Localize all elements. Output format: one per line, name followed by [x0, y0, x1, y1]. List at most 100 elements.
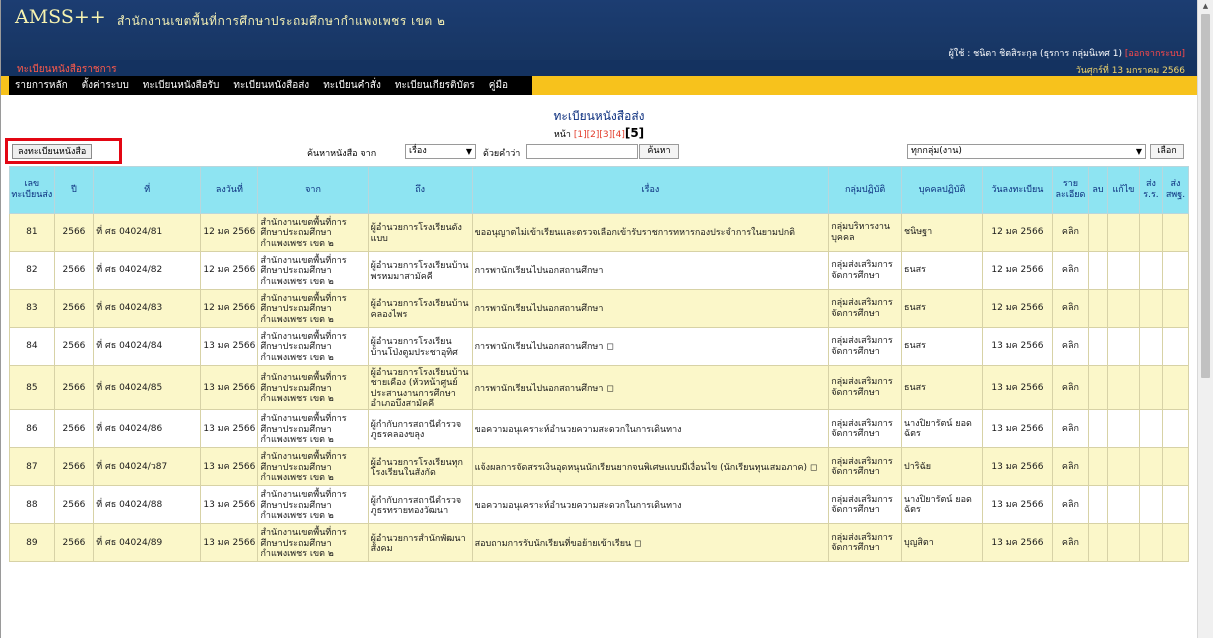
detail-link[interactable]: คลิก: [1051, 327, 1090, 366]
cell-group: กลุ่มส่งเสริมการจัดการศึกษา: [828, 485, 902, 525]
cell-edit: [1106, 289, 1141, 328]
cell-from: สำนักงานเขตพื้นที่การศึกษาประถมศึกษากำแพ…: [257, 523, 369, 563]
table-row: 89 2566 ที่ ศธ 04024/89 13 มค 2566 สำนักงานเ…: [9, 523, 1190, 563]
detail-link[interactable]: คลิก: [1051, 364, 1090, 411]
table-row: 86 2566 ที่ ศธ 04024/86 13 มค 2566 สำนักงานเ…: [9, 409, 1190, 449]
current-date: วันศุกร์ที่ 13 มกราคม 2566: [1075, 66, 1185, 76]
cell-send-school: [1139, 485, 1163, 525]
menu-item-settings[interactable]: ตั้งค่าระบบ: [82, 78, 129, 93]
main-menu: รายการหลัก ตั้งค่าระบบ ทะเบียนหนังสือรับ…: [1, 76, 1197, 95]
cell-send-obec: [1161, 327, 1190, 366]
col-header-group: กลุ่มปฏิบัติ: [828, 166, 902, 214]
detail-link[interactable]: คลิก: [1051, 251, 1090, 290]
col-header-delete: ลบ: [1088, 166, 1108, 214]
cell-person: ธนสร: [900, 327, 984, 366]
page-link-4[interactable]: [4]: [612, 130, 625, 140]
detail-link[interactable]: คลิก: [1051, 409, 1090, 449]
menu-item-outgoing[interactable]: ทะเบียนหนังสือส่ง: [233, 78, 309, 93]
cell-to: ผู้กำกับการสถานีตำรวจภูธรคลองขลุง: [367, 409, 473, 449]
chevron-down-icon: ▼: [1135, 147, 1142, 156]
cell-from: สำนักงานเขตพื้นที่การศึกษาประถมศึกษากำแพ…: [257, 327, 369, 366]
cell-send-obec: [1161, 251, 1190, 290]
app-header: AMSS++ สำนักงานเขตพื้นที่การศึกษาประถมศึ…: [1, 0, 1197, 60]
detail-link[interactable]: คลิก: [1051, 289, 1090, 328]
cell-edit: [1106, 447, 1141, 487]
cell-group: กลุ่มส่งเสริมการจัดการศึกษา: [828, 327, 902, 366]
cell-send-obec: [1161, 364, 1190, 411]
search-field-value: เรื่อง: [409, 146, 427, 156]
table-row: 82 2566 ที่ ศธ 04024/82 12 มค 2566 สำนักงานเ…: [9, 251, 1190, 290]
cell-edit: [1106, 213, 1141, 252]
cell-group: กลุ่มส่งเสริมการจัดการศึกษา: [828, 409, 902, 449]
col-header-to: ถึง: [367, 166, 473, 214]
cell-year: 2566: [53, 485, 95, 525]
cell-reg-date: 13 มค 2566: [982, 409, 1053, 449]
cell-from: สำนักงานเขตพื้นที่การศึกษาประถมศึกษากำแพ…: [257, 447, 369, 487]
cell-subject: แจ้งผลการจัดสรรเงินอุดหนุนนักเรียนยากจนพ…: [471, 447, 830, 487]
menu-item-orders[interactable]: ทะเบียนคำสั่ง: [323, 78, 381, 93]
cell-date: 13 มค 2566: [200, 327, 259, 366]
vertical-scrollbar[interactable]: ▲: [1197, 0, 1213, 638]
table-row: 83 2566 ที่ ศธ 04024/83 12 มค 2566 สำนักงานเ…: [9, 289, 1190, 328]
scrollbar-thumb[interactable]: [1201, 14, 1210, 378]
cell-ref: ที่ ศธ 04024/88: [93, 485, 202, 525]
cell-reg-no: 88: [9, 485, 55, 525]
cell-date: 13 มค 2566: [200, 409, 259, 449]
current-page: [5]: [624, 126, 645, 140]
main-content: ทะเบียนหนังสือส่ง หน้า [1][2][3][4][5] ล…: [1, 95, 1197, 638]
cell-send-school: [1139, 409, 1163, 449]
select-button[interactable]: เลือก: [1150, 144, 1184, 159]
search-button[interactable]: ค้นหา: [639, 144, 679, 159]
pagination: หน้า [1][2][3][4][5]: [1, 126, 1197, 141]
cell-edit: [1106, 409, 1141, 449]
pager-label: หน้า: [553, 130, 571, 140]
cell-date: 13 มค 2566: [200, 523, 259, 563]
cell-reg-date: 13 มค 2566: [982, 523, 1053, 563]
page-link-3[interactable]: [3]: [599, 130, 612, 140]
table-row: 81 2566 ที่ ศธ 04024/81 12 มค 2566 สำนักงานเ…: [9, 213, 1190, 252]
cell-subject: การพานักเรียนไปนอกสถานศึกษา: [471, 289, 830, 328]
detail-link[interactable]: คลิก: [1051, 447, 1090, 487]
search-bar: ค้นหาหนังสือ จาก เรื่อง ▼ ด้วยคำว่า ค้นห…: [1, 144, 1197, 160]
page-link-1[interactable]: [1]: [574, 130, 587, 140]
cell-to: ผู้อำนวยการโรงเรียนบ้านโป่งตูมประชาอุทิศ: [367, 327, 473, 366]
cell-reg-date: 13 มค 2566: [982, 485, 1053, 525]
cell-edit: [1106, 327, 1141, 366]
keyword-input[interactable]: [526, 144, 638, 159]
cell-year: 2566: [53, 523, 95, 563]
detail-link[interactable]: คลิก: [1051, 213, 1090, 252]
logout-link[interactable]: [ออกจากระบบ]: [1125, 49, 1185, 59]
search-field-select[interactable]: เรื่อง ▼: [405, 144, 476, 159]
chevron-down-icon: ▼: [465, 147, 472, 156]
cell-ref: ที่ ศธ 04024/ว87: [93, 447, 202, 487]
cell-group: กลุ่มบริหารงานบุคคล: [828, 213, 902, 252]
detail-link[interactable]: คลิก: [1051, 485, 1090, 525]
cell-send-obec: [1161, 485, 1190, 525]
cell-delete: [1088, 213, 1108, 252]
cell-send-school: [1139, 213, 1163, 252]
cell-reg-date: 13 มค 2566: [982, 447, 1053, 487]
cell-send-obec: [1161, 409, 1190, 449]
col-header-subject: เรื่อง: [471, 166, 830, 214]
group-filter-select[interactable]: ทุกกลุ่ม(งาน) ▼: [907, 144, 1146, 159]
page-link-2[interactable]: [2]: [587, 130, 600, 140]
col-header-edit: แก้ไข: [1106, 166, 1141, 214]
cell-date: 12 มค 2566: [200, 251, 259, 290]
cell-delete: [1088, 251, 1108, 290]
cell-send-school: [1139, 523, 1163, 563]
cell-person: บุญสิตา: [900, 523, 984, 563]
cell-from: สำนักงานเขตพื้นที่การศึกษาประถมศึกษากำแพ…: [257, 251, 369, 290]
menu-item-incoming[interactable]: ทะเบียนหนังสือรับ: [143, 78, 220, 93]
cell-date: 12 มค 2566: [200, 289, 259, 328]
cell-reg-no: 89: [9, 523, 55, 563]
menu-item-manual[interactable]: คู่มือ: [489, 78, 508, 93]
scroll-up-icon[interactable]: ▲: [1198, 2, 1213, 10]
col-header-send-obec: ส่ง สพฐ.: [1161, 166, 1190, 214]
cell-delete: [1088, 485, 1108, 525]
group-filter-value: ทุกกลุ่ม(งาน): [911, 146, 962, 156]
cell-send-obec: [1161, 447, 1190, 487]
menu-item-main[interactable]: รายการหลัก: [15, 78, 68, 93]
menu-item-certificates[interactable]: ทะเบียนเกียรติบัตร: [395, 78, 475, 93]
detail-link[interactable]: คลิก: [1051, 523, 1090, 563]
col-header-reg-no: เลขทะเบียนส่ง: [9, 166, 55, 214]
